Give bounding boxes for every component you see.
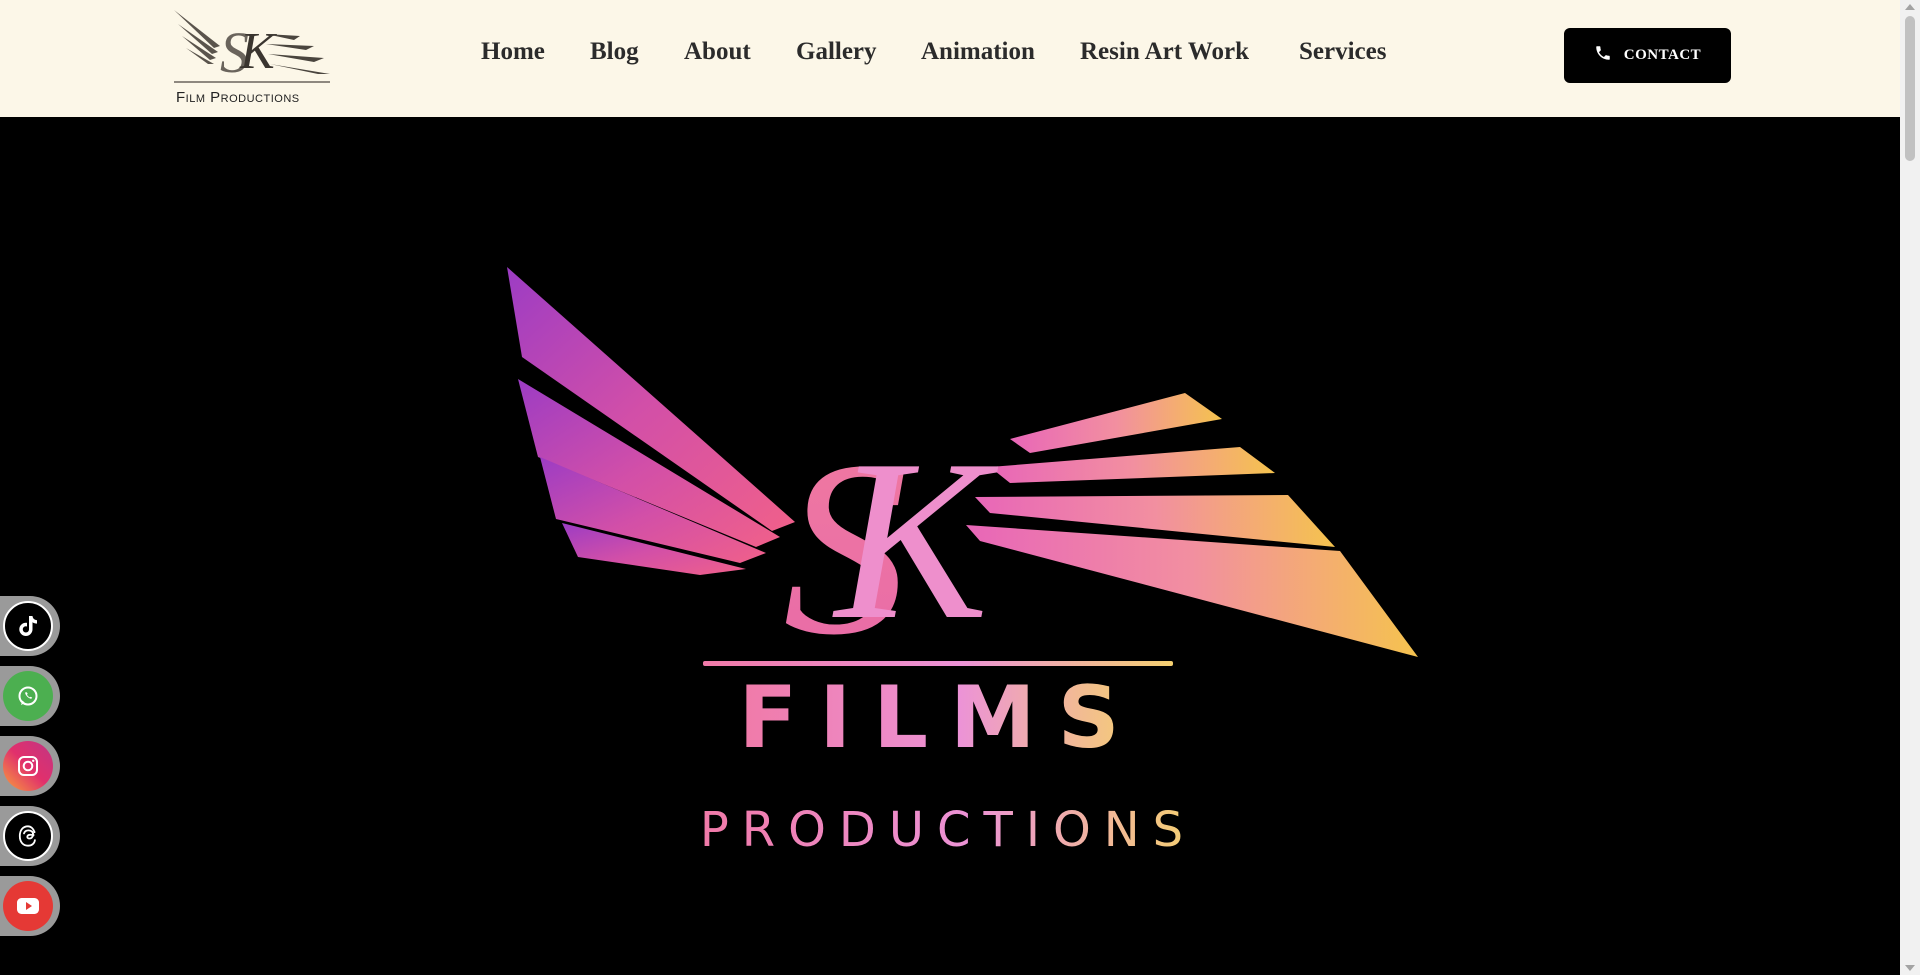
whatsapp-icon [3, 671, 53, 721]
instagram-icon [3, 741, 53, 791]
monogram-k: K [832, 412, 999, 667]
page-scrollbar[interactable] [1900, 0, 1920, 975]
contact-label: CONTACT [1623, 47, 1702, 63]
nav-gallery[interactable]: Gallery [796, 38, 877, 66]
svg-text:K: K [239, 23, 277, 80]
tiktok-icon [3, 601, 53, 651]
social-tiktok[interactable] [0, 596, 60, 656]
youtube-icon [3, 881, 53, 931]
logo-text: Film Productions [176, 89, 300, 106]
logo-mark: S K [174, 10, 330, 85]
nav-blog[interactable]: Blog [590, 38, 639, 66]
scroll-thumb[interactable] [1905, 16, 1915, 161]
nav-resin-art-work[interactable]: Resin Art Work [1080, 38, 1249, 66]
contact-button[interactable]: CONTACT [1564, 28, 1731, 83]
hero-subtitle: PRODUCTIONS [700, 802, 1196, 858]
hero-logo: S K FILMS PRODUCTIONS [507, 267, 1418, 858]
hero-title: FILMS [738, 668, 1141, 768]
right-wing-feather-1 [1010, 393, 1222, 453]
social-youtube[interactable] [0, 876, 60, 936]
social-instagram[interactable] [0, 736, 60, 796]
nav-animation[interactable]: Animation [921, 38, 1035, 66]
nav-about[interactable]: About [684, 38, 751, 66]
social-whatsapp[interactable] [0, 666, 60, 726]
hero-banner: S K FILMS PRODUCTIONS [0, 117, 1900, 975]
site-logo[interactable]: S K Film Productions [170, 6, 334, 106]
phone-icon [1594, 44, 1612, 67]
threads-icon [3, 811, 53, 861]
social-threads[interactable] [0, 806, 60, 866]
scroll-down-arrow-icon[interactable] [1905, 965, 1915, 971]
nav-services[interactable]: Services [1299, 38, 1386, 66]
scroll-up-arrow-icon[interactable] [1905, 4, 1915, 10]
right-wing-feather-4 [966, 525, 1418, 657]
nav-home[interactable]: Home [481, 38, 545, 66]
hero-divider [703, 661, 1173, 666]
site-header: S K Film Productions Home Blog About Gal… [0, 0, 1900, 117]
